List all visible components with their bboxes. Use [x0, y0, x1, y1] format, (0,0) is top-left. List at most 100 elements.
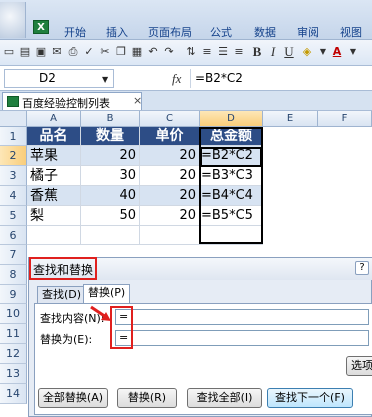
cell-d2[interactable]: =B2*C2 — [200, 146, 263, 166]
row-header-2[interactable]: 2 — [0, 146, 27, 166]
find-what-input[interactable]: = — [115, 309, 369, 325]
office-button[interactable] — [0, 2, 26, 38]
chevron-down-icon[interactable]: ▼ — [346, 45, 360, 59]
cell-c2[interactable]: 20 — [140, 146, 200, 166]
paste-icon[interactable]: ▦ — [130, 45, 144, 59]
workbook-title: 百度经验控制列表 — [22, 97, 110, 110]
align-left-icon[interactable]: ≡ — [200, 45, 214, 59]
italic-button[interactable]: I — [266, 45, 280, 59]
save-icon[interactable]: ▣ — [34, 45, 48, 59]
cell-b4[interactable]: 40 — [81, 186, 140, 206]
replace-panel: 查找内容(N): = 替换为(E): = 选项 全部替换(A) 替换(R) 查找… — [34, 303, 372, 415]
column-header-a[interactable]: A — [27, 111, 81, 127]
row-header-6[interactable]: 6 — [0, 226, 27, 245]
cell-a5[interactable]: 梨 — [27, 206, 81, 226]
tab-page-layout[interactable]: 页面布局 — [148, 24, 192, 40]
help-icon[interactable]: ? — [355, 261, 369, 275]
replace-button[interactable]: 替换(R) — [117, 388, 177, 408]
cell-d1[interactable]: 总金额 — [200, 127, 263, 146]
row-header-1[interactable]: 1 — [0, 127, 27, 146]
cell-c3[interactable]: 20 — [140, 166, 200, 186]
tab-replace[interactable]: 替换(P) — [83, 284, 131, 304]
cell-c5[interactable]: 20 — [140, 206, 200, 226]
cell-c1[interactable]: 单价 — [140, 127, 200, 146]
find-what-label: 查找内容(N): — [40, 312, 105, 325]
cell-b6[interactable] — [81, 226, 140, 245]
open-folder-icon[interactable]: ▤ — [18, 45, 32, 59]
find-all-button[interactable]: 查找全部(I) — [187, 388, 262, 408]
cell-b1[interactable]: 数量 — [81, 127, 140, 146]
row-header-11[interactable]: 11 — [0, 324, 27, 344]
workbook-tab-bar: 百度经验控制列表 × — [0, 91, 372, 111]
cell-a6[interactable] — [27, 226, 81, 245]
column-header-d[interactable]: D — [200, 111, 263, 127]
formula-input[interactable]: =B2*C2 — [190, 69, 372, 88]
cell-b2[interactable]: 20 — [81, 146, 140, 166]
chevron-down-icon[interactable]: ▼ — [102, 75, 108, 84]
cell-a1[interactable]: 品名 — [27, 127, 81, 146]
cell-d3[interactable]: =B3*C3 — [200, 166, 263, 186]
row-header-8[interactable]: 8 — [0, 265, 27, 285]
cell-b5[interactable]: 50 — [81, 206, 140, 226]
email-icon[interactable]: ✉ — [50, 45, 64, 59]
underline-button[interactable]: U — [282, 45, 296, 59]
tab-view[interactable]: 视图 — [340, 24, 362, 40]
row-header-3[interactable]: 3 — [0, 166, 27, 186]
name-box[interactable]: D2 — [4, 69, 114, 88]
cell-a4[interactable]: 香蕉 — [27, 186, 81, 206]
print-icon[interactable]: ⎙ — [66, 45, 80, 59]
cell-b3[interactable]: 30 — [81, 166, 140, 186]
row-header-5[interactable]: 5 — [0, 206, 27, 226]
cell-d6[interactable] — [200, 226, 263, 245]
redo-icon[interactable]: ↷ — [162, 45, 176, 59]
select-all-corner[interactable] — [0, 111, 27, 127]
excel-icon[interactable]: X — [33, 20, 49, 34]
align-center-icon[interactable]: ☰ — [216, 45, 230, 59]
column-header-c[interactable]: C — [140, 111, 200, 127]
insert-function-button[interactable]: fx — [172, 71, 181, 87]
tab-formulas[interactable]: 公式 — [210, 24, 232, 40]
replace-with-label: 替换为(E): — [40, 333, 93, 346]
tab-data[interactable]: 数据 — [254, 24, 276, 40]
tab-insert[interactable]: 插入 — [106, 24, 128, 40]
column-header-b[interactable]: B — [81, 111, 140, 127]
column-header-e[interactable]: E — [263, 111, 318, 127]
tab-review[interactable]: 审阅 — [297, 24, 319, 40]
row-header-4[interactable]: 4 — [0, 186, 27, 206]
row-header-12[interactable]: 12 — [0, 344, 27, 364]
spell-check-icon[interactable]: ✓ — [82, 45, 96, 59]
align-right-icon[interactable]: ≡ — [232, 45, 246, 59]
replace-with-input[interactable]: = — [115, 330, 369, 346]
column-header-f[interactable]: F — [318, 111, 372, 127]
row-header-14[interactable]: 14 — [0, 384, 27, 404]
ribbon-tab-bar: X 开始 插入 页面布局 公式 数据 审阅 视图 — [0, 0, 372, 40]
tab-home[interactable]: 开始 — [64, 24, 86, 40]
options-button[interactable]: 选项 — [346, 356, 372, 376]
cut-icon[interactable]: ✂ — [98, 45, 112, 59]
cell-d5[interactable]: =B5*C5 — [200, 206, 263, 226]
cell-a3[interactable]: 橘子 — [27, 166, 81, 186]
bold-button[interactable]: B — [250, 45, 264, 59]
find-next-button[interactable]: 查找下一个(F) — [267, 388, 353, 408]
cell-c4[interactable]: 20 — [140, 186, 200, 206]
cell-a2[interactable]: 苹果 — [27, 146, 81, 166]
title-annotation-box — [29, 257, 97, 280]
font-color-button[interactable]: A — [330, 45, 344, 59]
sort-icon[interactable]: ⇅ — [184, 45, 198, 59]
row-header-10[interactable]: 10 — [0, 304, 27, 324]
row-header-13[interactable]: 13 — [0, 364, 27, 384]
row-header-7[interactable]: 7 — [0, 245, 27, 265]
replace-all-button[interactable]: 全部替换(A) — [38, 388, 108, 408]
cell-d4[interactable]: =B4*C4 — [200, 186, 263, 206]
close-icon[interactable]: × — [133, 94, 142, 107]
new-file-icon[interactable]: ▭ — [2, 45, 16, 59]
fill-color-icon[interactable]: ◈ — [300, 45, 314, 59]
dialog-title-bar[interactable]: 查找和替换 ? — [29, 257, 372, 280]
cell-c6[interactable] — [140, 226, 200, 245]
tab-find[interactable]: 查找(D) — [37, 286, 87, 303]
chevron-down-icon[interactable]: ▼ — [316, 45, 330, 59]
undo-icon[interactable]: ↶ — [146, 45, 160, 59]
copy-icon[interactable]: ❐ — [114, 45, 128, 59]
workbook-tab[interactable]: 百度经验控制列表 × — [2, 92, 142, 110]
row-header-9[interactable]: 9 — [0, 285, 27, 304]
